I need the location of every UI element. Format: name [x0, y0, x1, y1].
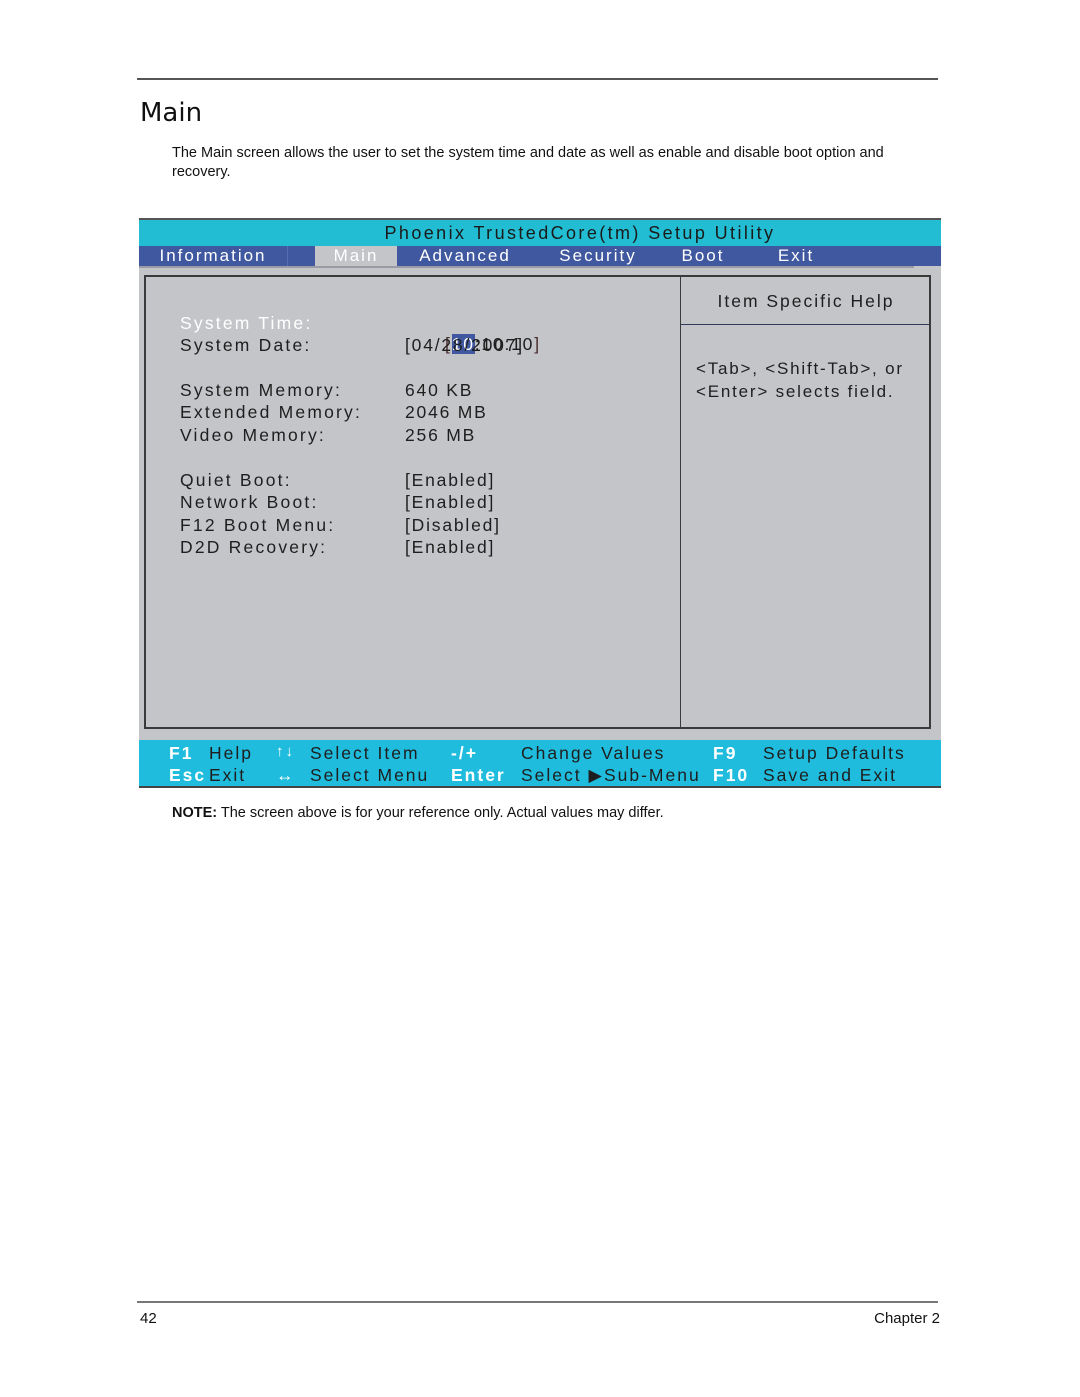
- item-system-date-value[interactable]: [04/28/2007]: [405, 335, 524, 356]
- key-f9: F9: [713, 743, 738, 763]
- tab-main[interactable]: Main: [315, 246, 397, 266]
- item-f12-boot-menu-label[interactable]: F12 Boot Menu:: [180, 515, 335, 536]
- tab-advanced[interactable]: Advanced: [405, 246, 525, 266]
- item-video-memory-value: 256 MB: [405, 425, 477, 445]
- item-network-boot-label[interactable]: Network Boot:: [180, 492, 319, 513]
- bios-setup-screen: Phoenix TrustedCore(tm) Setup Utility In…: [139, 218, 941, 788]
- menu-separator: [287, 246, 288, 266]
- bracket-close: ]: [534, 334, 541, 354]
- key-f1: F1: [169, 743, 194, 763]
- action-select-menu: Select Menu: [310, 765, 430, 785]
- action-help: Help: [209, 743, 253, 763]
- menu-underline: [139, 266, 914, 268]
- item-system-date-label[interactable]: System Date:: [180, 335, 311, 356]
- up-down-arrows-icon: ↑↓: [276, 743, 295, 760]
- item-f12-boot-menu-value[interactable]: [Disabled]: [405, 515, 501, 536]
- help-line-2: <Enter> selects field.: [696, 381, 895, 401]
- note-label: NOTE:: [172, 805, 218, 821]
- note-text: The screen above is for your reference o…: [217, 805, 664, 821]
- page-number: 42: [140, 1310, 157, 1327]
- header-rule: [137, 78, 938, 80]
- tab-information[interactable]: Information: [139, 246, 287, 266]
- tab-security[interactable]: Security: [543, 246, 653, 266]
- action-exit: Exit: [209, 765, 247, 785]
- item-quiet-boot-label[interactable]: Quiet Boot:: [180, 470, 292, 491]
- panel-divider: [680, 277, 681, 727]
- help-text: <Tab>, <Shift-Tab>, or <Enter> selects f…: [696, 358, 904, 403]
- key-esc: Esc: [169, 765, 207, 785]
- action-save-and-exit: Save and Exit: [763, 765, 897, 785]
- help-rule: [681, 324, 929, 325]
- bios-menu-bar: Information Main Advanced Security Boot …: [139, 246, 941, 268]
- section-title: Main: [140, 98, 203, 128]
- bios-title-bar: Phoenix TrustedCore(tm) Setup Utility: [139, 218, 941, 246]
- chapter-label: Chapter 2: [874, 1310, 940, 1327]
- key-enter: Enter: [451, 765, 506, 785]
- help-line-1: <Tab>, <Shift-Tab>, or: [696, 359, 904, 378]
- settings-panel: System Time: [10:10:10] System Date: [04…: [144, 275, 931, 729]
- item-extended-memory-label: Extended Memory:: [180, 402, 363, 422]
- help-title: Item Specific Help: [717, 291, 895, 311]
- item-d2d-recovery-value[interactable]: [Enabled]: [405, 537, 495, 558]
- intro-paragraph: The Main screen allows the user to set t…: [172, 145, 884, 180]
- item-system-memory-value: 640 KB: [405, 380, 474, 400]
- item-quiet-boot-value[interactable]: [Enabled]: [405, 470, 495, 491]
- tab-boot[interactable]: Boot: [669, 246, 737, 266]
- item-system-memory-label: System Memory:: [180, 380, 343, 400]
- footer-rule: [137, 1301, 938, 1303]
- reference-note: NOTE: The screen above is for your refer…: [172, 805, 664, 821]
- key-f10: F10: [713, 765, 750, 785]
- item-network-boot-value[interactable]: [Enabled]: [405, 492, 495, 513]
- key-minus-plus: -/+: [451, 743, 478, 763]
- action-change-values: Change Values: [521, 743, 666, 763]
- left-right-arrow-icon: ↔: [276, 765, 296, 785]
- item-d2d-recovery-label[interactable]: D2D Recovery:: [180, 537, 327, 558]
- action-select-item: Select Item: [310, 743, 420, 763]
- action-select-submenu: Select ▶Sub-Menu: [521, 765, 701, 785]
- tab-exit[interactable]: Exit: [765, 246, 827, 266]
- bios-title: Phoenix TrustedCore(tm) Setup Utility: [384, 223, 776, 243]
- key-legend-bar: F1 Help ↑↓ Select Item -/+ Change Values…: [139, 740, 941, 788]
- item-system-time-label[interactable]: System Time:: [180, 313, 312, 334]
- item-video-memory-label: Video Memory:: [180, 425, 326, 445]
- item-extended-memory-value: 2046 MB: [405, 402, 488, 422]
- action-setup-defaults: Setup Defaults: [763, 743, 906, 763]
